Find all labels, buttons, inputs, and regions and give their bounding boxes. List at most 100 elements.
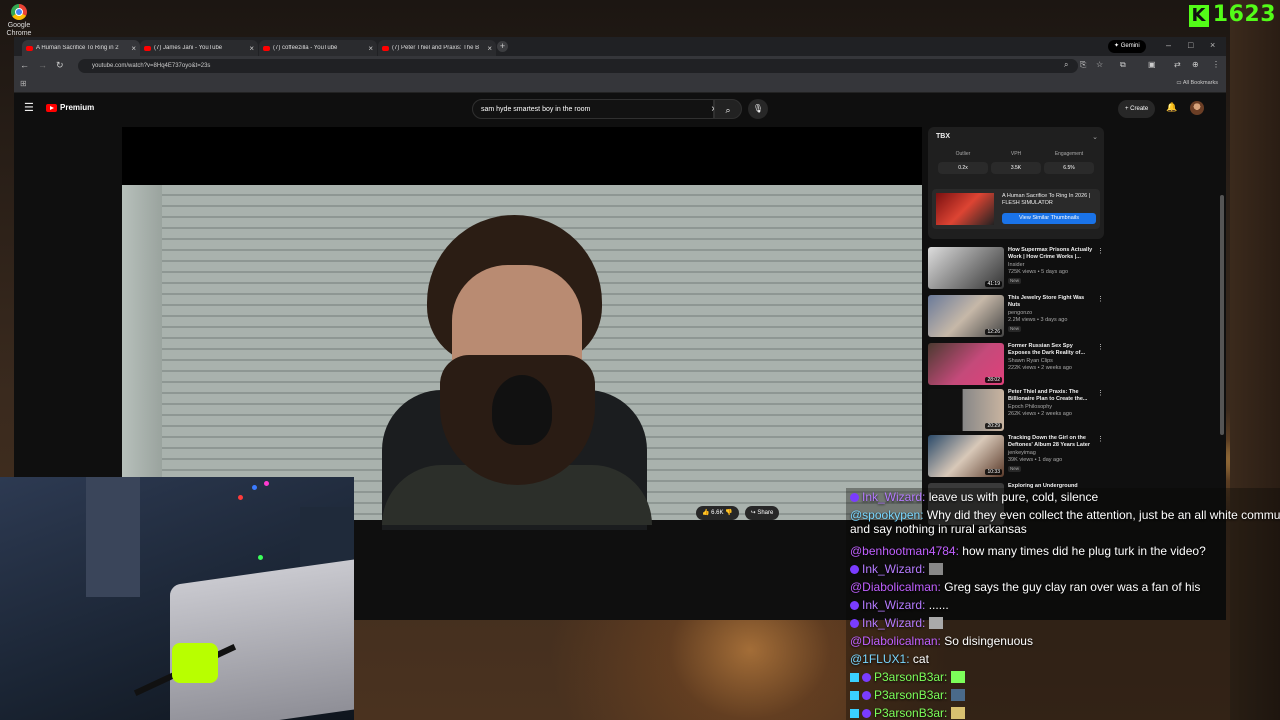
tab-title: (7) Peter Thiel and Praxis: The B (392, 45, 480, 51)
menu-icon[interactable]: ⋮ (1212, 60, 1220, 69)
extension-icon[interactable]: ⇄ (1174, 60, 1181, 69)
tab-james-jani[interactable]: (7) James Jani - YouTube × (140, 40, 258, 56)
notifications-bell-icon[interactable]: 🔔 (1166, 102, 1177, 113)
voice-search-button[interactable]: 🎙 (748, 99, 768, 119)
chat-user: P3arsonB3ar: (874, 688, 948, 702)
page-scrollbar[interactable] (1220, 195, 1224, 435)
desktop-icon-label: Google (7, 22, 31, 29)
bookmarks-bar: ⊞ ▭ All Bookmarks (14, 76, 1226, 93)
chevron-down-icon[interactable]: ⌄ (1092, 133, 1098, 141)
metric-value: 6.5% (1044, 162, 1094, 174)
chat-text: ...... (928, 598, 949, 612)
video-thumbnail (936, 193, 994, 225)
badge-icon (862, 673, 871, 682)
video-info: This Jewelry Store Fight Was Nuts pengon… (1008, 295, 1096, 333)
duration-badge: 20:29 (985, 423, 1002, 429)
metric-label: VPH (1010, 151, 1022, 157)
hamburger-menu-icon[interactable]: ☰ (24, 101, 34, 114)
more-options-icon[interactable]: ⋮ (1097, 435, 1104, 443)
chat-user: Ink_Wizard: (862, 616, 926, 630)
more-options-icon[interactable]: ⋮ (1097, 389, 1104, 397)
video-title: Tracking Down the Girl on the Deftones' … (1008, 435, 1091, 449)
recommended-video[interactable]: 12:26 This Jewelry Store Fight Was Nuts … (928, 295, 1104, 339)
duration-badge: 12:26 (985, 329, 1002, 335)
more-options-icon[interactable]: ⋮ (1097, 343, 1104, 351)
new-badge: New (1008, 465, 1022, 472)
extension-logo: TBX (936, 133, 950, 140)
forward-icon[interactable]: → (38, 60, 47, 70)
close-tab-icon[interactable]: × (131, 44, 136, 53)
close-tab-icon[interactable]: × (487, 44, 492, 53)
back-icon[interactable]: ← (20, 60, 29, 70)
extensions-icon[interactable]: ⧉ (1120, 60, 1126, 70)
share-button[interactable]: ↪ Share (744, 506, 780, 520)
all-bookmarks-button[interactable]: ▭ All Bookmarks (1176, 80, 1218, 86)
channel-name: Epoch Philosophy (1008, 403, 1053, 410)
green-microphone (172, 643, 218, 683)
tab-peter-thiel[interactable]: (7) Peter Thiel and Praxis: The B × (378, 40, 496, 56)
dislike-icon[interactable]: 👎 (725, 510, 732, 516)
close-tab-icon[interactable]: × (368, 44, 373, 53)
gemini-button[interactable]: ✦ Gemini (1108, 40, 1146, 53)
chat-message: Ink_Wizard: leave us with pure, cold, si… (850, 490, 1098, 504)
search-button[interactable]: ⌕ (714, 99, 742, 119)
recommended-video[interactable]: 41:19 How Supermax Prisons Actually Work… (928, 247, 1104, 291)
more-options-icon[interactable]: ⋮ (1097, 247, 1104, 255)
video-player[interactable] (122, 127, 922, 530)
person-microphone (492, 375, 552, 445)
room-door (86, 477, 140, 597)
profile-icon[interactable]: ⊕ (1192, 60, 1199, 69)
zoom-icon[interactable]: ⌕ (1064, 60, 1068, 70)
create-button[interactable]: + Create (1118, 100, 1156, 118)
video-thumbnail: 12:26 (928, 295, 1004, 337)
youtube-logo[interactable]: Premium (46, 103, 94, 112)
youtube-favicon-icon (144, 45, 151, 51)
install-icon[interactable]: ⎘ (1080, 60, 1086, 70)
tab-coffeezilla[interactable]: (7) coffeezilla - YouTube × (259, 40, 377, 56)
tab-title: (7) James Jani - YouTube (154, 45, 223, 51)
video-title: Former Russian Sex Spy Exposes the Dark … (1008, 343, 1086, 357)
recommended-video[interactable]: 20:29 Peter Thiel and Praxis: The Billio… (928, 389, 1104, 433)
tab-title: (7) coffeezilla - YouTube (273, 45, 338, 51)
new-tab-button[interactable]: + (497, 41, 508, 52)
metric-vph: VPH 3.5K (991, 151, 1041, 174)
desktop-chrome-shortcut[interactable]: Google Chrome (6, 4, 32, 37)
sidepanel-icon[interactable]: ▣ (1148, 60, 1156, 69)
channel-name: Shawn Ryan Clips (1008, 357, 1053, 364)
string-light (252, 485, 257, 490)
close-tab-icon[interactable]: × (249, 44, 254, 53)
recommended-video[interactable]: 10:33 Tracking Down the Girl on the Deft… (928, 435, 1104, 479)
video-title: This Jewelry Store Fight Was Nuts (1008, 295, 1085, 309)
like-button[interactable]: 👍 6.6K 👎 (696, 506, 739, 520)
youtube-masthead: ☰ Premium sam hyde smartest boy in the r… (14, 93, 1226, 125)
badge-icon (850, 619, 859, 628)
chat-message: @benhootman4784: how many times did he p… (850, 544, 1206, 558)
close-window-icon[interactable]: × (1210, 40, 1215, 50)
navigation-bar: ← → ↻ youtube.com/watch?v=8Hq4E737oyo&t=… (14, 56, 1226, 76)
address-bar[interactable]: youtube.com/watch?v=8Hq4E737oyo&t=23s (78, 59, 1078, 73)
badge-icon (850, 673, 859, 682)
search-input[interactable]: sam hyde smartest boy in the room × (472, 99, 717, 119)
badge-icon (862, 709, 871, 718)
view-similar-thumbnails-button[interactable]: View Similar Thumbnails (1002, 213, 1096, 224)
tab-title: A Human Sacrifice To Ring in 2 (36, 45, 119, 51)
url-text: youtube.com/watch?v=8Hq4E737oyo&t=23s (92, 63, 211, 69)
avatar[interactable] (1190, 101, 1204, 115)
chat-message: Ink_Wizard: (850, 616, 943, 630)
video-wall (122, 185, 162, 520)
create-label: Create (1130, 106, 1149, 112)
video-title: Peter Thiel and Praxis: The Billionaire … (1008, 389, 1088, 403)
apps-icon[interactable]: ⊞ (20, 79, 27, 88)
metric-value: 3.5K (991, 162, 1041, 174)
tab-active[interactable]: A Human Sacrifice To Ring in 2 × (22, 40, 140, 56)
recommended-video[interactable]: 28:02 Former Russian Sex Spy Exposes the… (928, 343, 1104, 387)
maximize-icon[interactable]: □ (1188, 40, 1193, 50)
more-options-icon[interactable]: ⋮ (1097, 295, 1104, 303)
chat-message: @Diabolicalman: Greg says the guy clay r… (850, 580, 1200, 594)
chat-message: Ink_Wizard: (850, 562, 943, 576)
minimize-icon[interactable]: – (1166, 40, 1171, 50)
reload-icon[interactable]: ↻ (56, 60, 64, 71)
bookmark-star-icon[interactable]: ☆ (1096, 60, 1103, 69)
webcam-overlay (0, 477, 354, 720)
video-meta: 262K views • 2 weeks ago (1008, 411, 1072, 418)
